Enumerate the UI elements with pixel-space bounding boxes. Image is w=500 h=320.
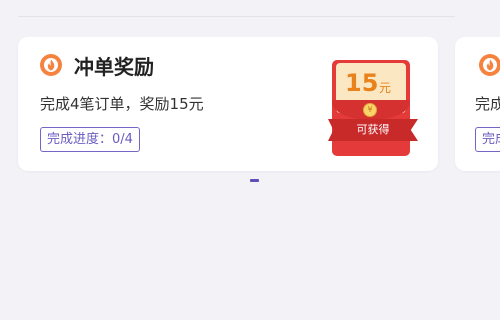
ribbon-label: 可获得 [356, 123, 390, 136]
red-packet-ribbon: 可获得 [328, 119, 418, 141]
page-indicator [250, 179, 259, 182]
reward-card[interactable]: 冲单奖励 完成4笔订单，奖励15元 完成进度：0/4 15 元 ¥ 可获得 [18, 37, 438, 171]
card-title: 冲单奖励 [74, 55, 154, 79]
red-packet-amount: 15 [345, 69, 379, 97]
fire-icon [479, 54, 500, 76]
coin-icon: ¥ [363, 103, 377, 117]
progress-badge: 完成进度：0/4 [40, 127, 140, 152]
fire-icon [40, 54, 62, 76]
reward-carousel[interactable]: 冲单奖励 完成4笔订单，奖励15元 完成进度：0/4 15 元 ¥ 可获得 完成… [0, 37, 500, 173]
reward-card-next[interactable]: 完成 完成 [455, 37, 500, 171]
red-packet[interactable]: 15 元 ¥ 可获得 [328, 60, 420, 156]
red-packet-unit: 元 [379, 81, 392, 95]
card-description: 完成4笔订单，奖励15元 [40, 95, 204, 113]
progress-badge: 完成 [475, 127, 500, 152]
card-description: 完成 [475, 95, 500, 113]
top-divider [18, 16, 455, 17]
